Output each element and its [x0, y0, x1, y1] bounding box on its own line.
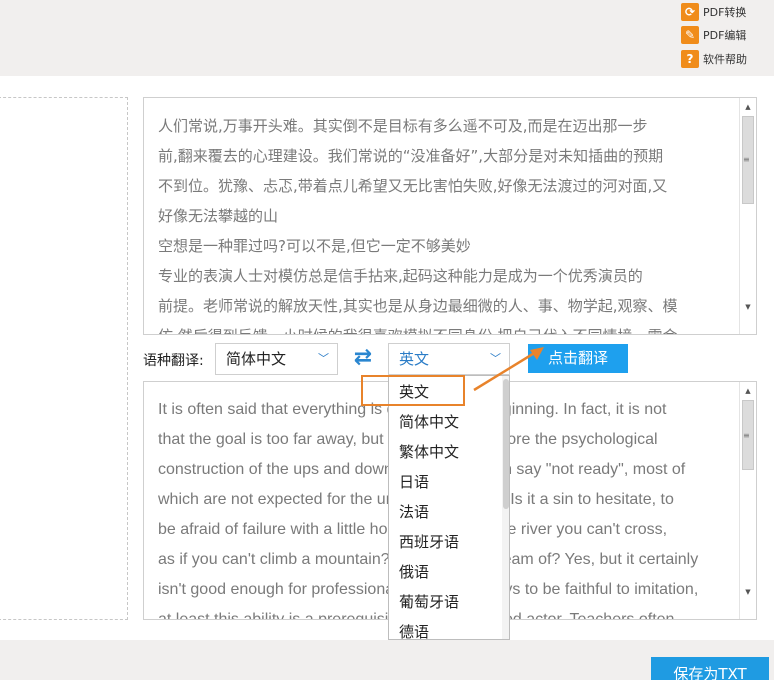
pdf-edit-button[interactable]: ✎ PDF编辑: [681, 24, 771, 45]
language-option[interactable]: 法语: [399, 497, 429, 527]
top-toolbar: [0, 0, 774, 76]
source-line: 好像无法攀越的山: [158, 207, 279, 225]
scroll-down-icon[interactable]: ▼: [740, 585, 756, 599]
language-option[interactable]: 德语: [399, 617, 429, 639]
swap-languages-icon[interactable]: ⇄: [349, 345, 377, 371]
translated-scrollbar[interactable]: ▲ ≡ ▼: [739, 382, 756, 619]
source-text-area[interactable]: 人们常说,万事开头难。其实倒不是目标有多么遥不可及,而是在迈出那一步 前,翻来覆…: [143, 97, 757, 335]
language-option[interactable]: 俄语: [399, 557, 429, 587]
language-option[interactable]: 日语: [399, 467, 429, 497]
save-txt-button[interactable]: 保存为TXT: [651, 657, 769, 680]
file-drop-panel[interactable]: [0, 97, 128, 620]
target-language-value: 英文: [399, 350, 430, 368]
source-language-value: 简体中文: [226, 350, 287, 368]
dropdown-scroll-thumb[interactable]: [503, 379, 509, 509]
pdf-edit-label: PDF编辑: [703, 28, 747, 42]
source-scrollbar[interactable]: ▲ ≡ ▼: [739, 98, 756, 334]
source-line: 空想是一种罪过吗?可以不是,但它一定不够美妙: [158, 237, 471, 255]
pencil-icon: ✎: [681, 25, 699, 44]
source-text-content: 人们常说,万事开头难。其实倒不是目标有多么遥不可及,而是在迈出那一步 前,翻来覆…: [158, 111, 730, 334]
scroll-down-icon[interactable]: ▼: [740, 300, 756, 314]
language-label: 语种翻译:: [143, 353, 204, 369]
grip-icon: ≡: [743, 431, 750, 440]
language-option[interactable]: 葡萄牙语: [399, 587, 459, 617]
question-icon: ?: [681, 49, 699, 68]
chevron-down-icon: ﹀: [318, 352, 329, 365]
annotation-arrow-icon: [473, 347, 544, 392]
target-language-dropdown[interactable]: 英文 简体中文 繁体中文 日语 法语 西班牙语 俄语 葡萄牙语 德语: [388, 375, 510, 640]
language-option[interactable]: 简体中文: [399, 407, 459, 437]
software-help-button[interactable]: ? 软件帮助: [681, 48, 771, 69]
source-line: 专业的表演人士对模仿总是信手拈来,起码这种能力是成为一个优秀演员的: [158, 267, 643, 285]
source-line: 仿,然后得到反馈。小时候的我很喜欢模拟不同身份,把自己代入不同情境，需会: [158, 321, 730, 334]
scroll-up-icon[interactable]: ▲: [740, 100, 756, 114]
source-line: 不到位。犹豫、忐忑,带着点儿希望又无比害怕失败,好像无法渡过的河对面,又: [158, 177, 668, 195]
language-option[interactable]: 西班牙语: [399, 527, 459, 557]
dropdown-scrollbar[interactable]: [502, 376, 509, 639]
pdf-convert-button[interactable]: ⟳ PDF转换: [681, 1, 771, 22]
source-line: 人们常说,万事开头难。其实倒不是目标有多么遥不可及,而是在迈出那一步: [158, 117, 648, 135]
selection-highlight-box: [361, 375, 465, 406]
source-line: 前,翻来覆去的心理建设。我们常说的“没准备好”,大部分是对未知插曲的预期: [158, 147, 664, 165]
grip-icon: ≡: [743, 155, 750, 164]
scroll-up-icon[interactable]: ▲: [740, 384, 756, 398]
source-line: 前提。老师常说的解放天性,其实也是从身边最细微的人、事、物学起,观察、模: [158, 297, 678, 315]
pdf-convert-label: PDF转换: [703, 5, 747, 19]
software-help-label: 软件帮助: [703, 52, 747, 66]
language-option[interactable]: 繁体中文: [399, 437, 459, 467]
source-language-select[interactable]: 简体中文 ﹀: [215, 343, 338, 375]
refresh-icon: ⟳: [681, 2, 699, 21]
